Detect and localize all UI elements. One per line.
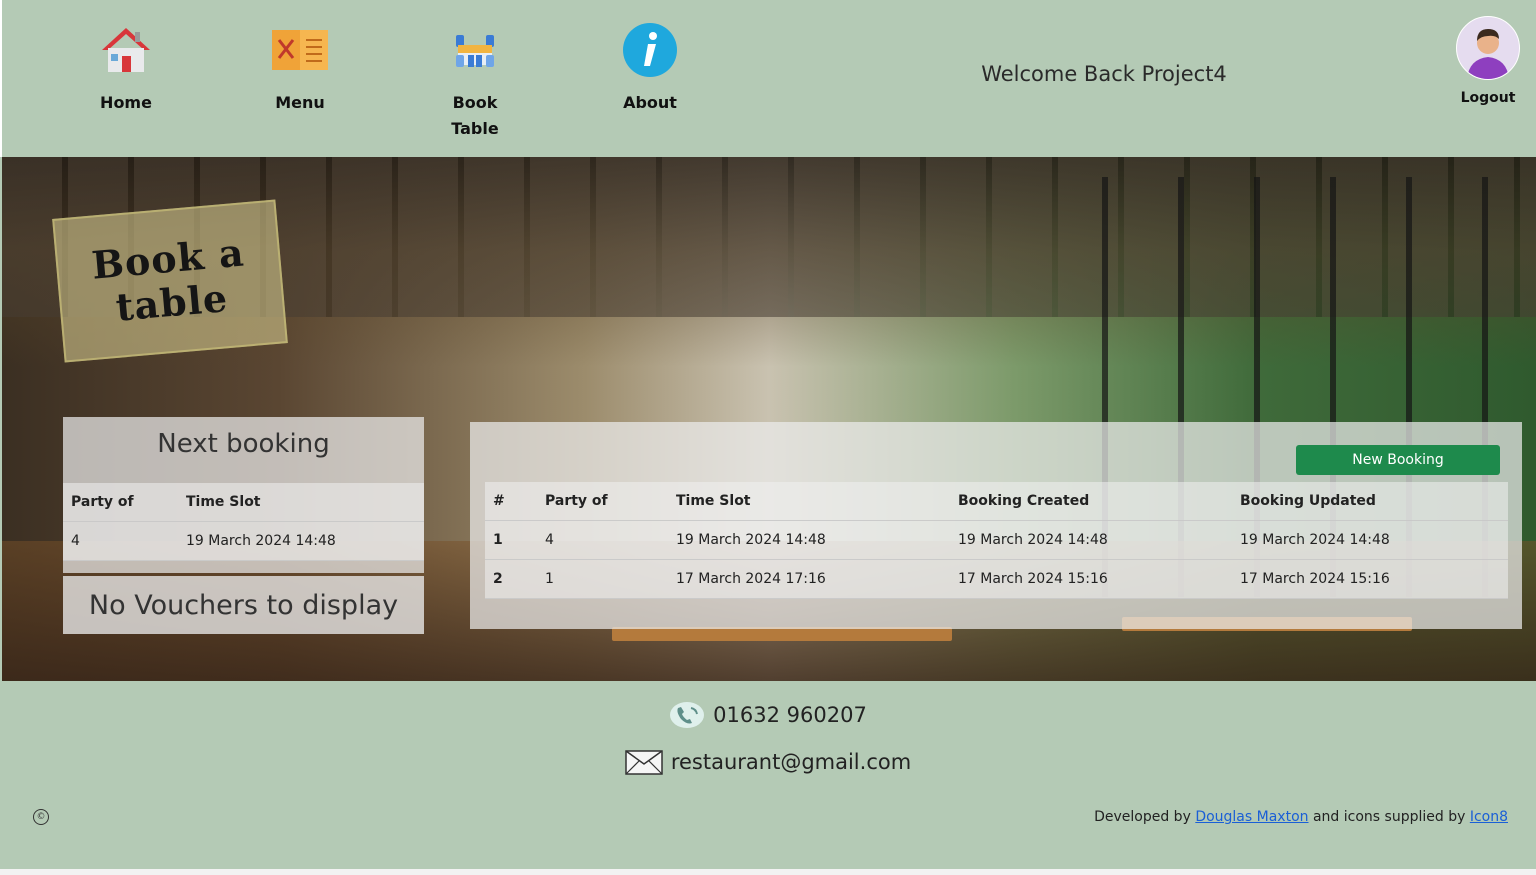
table-cell: 1 [537,559,668,599]
column-header: Party of [63,483,178,522]
table-cell: 17 March 2024 15:16 [1232,559,1508,599]
table-cell: 17 March 2024 15:16 [950,559,1232,599]
column-header: Time Slot [668,482,950,521]
nav-book-table-label: Book Table [451,93,499,138]
logout-label: Logout [1460,90,1516,106]
phone-contact: 01632 960207 [0,700,1536,730]
menu-card-icon [268,18,332,82]
bookings-table: # Party of Time Slot Booking Created Boo… [485,482,1508,599]
table-cell: 4 [63,521,178,561]
house-icon [94,18,158,82]
avatar-icon [1456,16,1520,80]
column-header: Booking Created [950,482,1232,521]
welcome-message: Welcome Back Project4 [981,62,1227,86]
table-cell: 2 [485,559,537,599]
book-a-table-sign-text: Book a table [89,229,247,330]
email-address[interactable]: restaurant@gmail.com [671,750,911,774]
nav-book-table[interactable]: Book Table [415,18,535,142]
next-booking-table: Party of Time Slot 4 19 March 2024 14:48 [63,483,424,561]
credits-middle: and icons supplied by [1312,809,1466,825]
table-cell: 19 March 2024 14:48 [668,520,950,560]
icons-link[interactable]: Icon8 [1470,809,1508,825]
nav-home[interactable]: Home [66,18,186,116]
email-contact: restaurant@gmail.com [0,748,1536,776]
hero-restaurant-image: Book a table Next booking Party of Time … [2,157,1536,681]
phone-icon [669,700,705,730]
next-booking-title: Next booking [157,429,330,459]
table-header-row: # Party of Time Slot Booking Created Boo… [485,482,1508,521]
table-cell: 4 [537,520,668,560]
column-header: Time Slot [178,483,424,522]
author-link[interactable]: Douglas Maxton [1195,809,1308,825]
table-cell: 19 March 2024 14:48 [1232,520,1508,560]
new-booking-button[interactable]: New Booking [1296,445,1500,475]
envelope-icon [625,748,663,776]
table-cell: 1 [485,520,537,560]
table-row[interactable]: 2 1 17 March 2024 17:16 17 March 2024 15… [485,559,1508,599]
column-header: # [485,482,537,521]
site-header: Home Menu Book Table About Welcome Back … [0,0,1536,157]
table-cell: 19 March 2024 14:48 [950,520,1232,560]
copyright-icon: © [33,809,49,825]
table-header-row: Party of Time Slot [63,483,424,522]
column-header: Party of [537,482,668,521]
vouchers-panel: No Vouchers to display [63,576,424,634]
nav-about-label: About [623,93,677,112]
phone-number[interactable]: 01632 960207 [713,703,867,727]
nav-menu-label: Menu [275,93,325,112]
nav-menu[interactable]: Menu [240,18,360,116]
table-cell: 17 March 2024 17:16 [668,559,950,599]
table-row: 4 19 March 2024 14:48 [63,521,424,561]
credits-prefix: Developed by [1094,809,1191,825]
next-booking-panel: Next booking Party of Time Slot 4 19 Mar… [63,417,424,573]
no-vouchers-message: No Vouchers to display [88,589,399,621]
nav-home-label: Home [100,93,152,112]
dining-table-icon [443,18,507,82]
nav-about[interactable]: About [590,18,710,116]
info-icon [618,18,682,82]
book-a-table-sign: Book a table [52,199,288,363]
page-bottom-border [0,869,1536,875]
table-row[interactable]: 1 4 19 March 2024 14:48 19 March 2024 14… [485,520,1508,560]
footer-credits: Developed by Douglas Maxton and icons su… [1094,809,1508,825]
logout-button[interactable]: Logout [1448,16,1528,106]
column-header: Booking Updated [1232,482,1508,521]
table-cell: 19 March 2024 14:48 [178,521,424,561]
bookings-panel: New Booking # Party of Time Slot Booking… [470,422,1522,629]
